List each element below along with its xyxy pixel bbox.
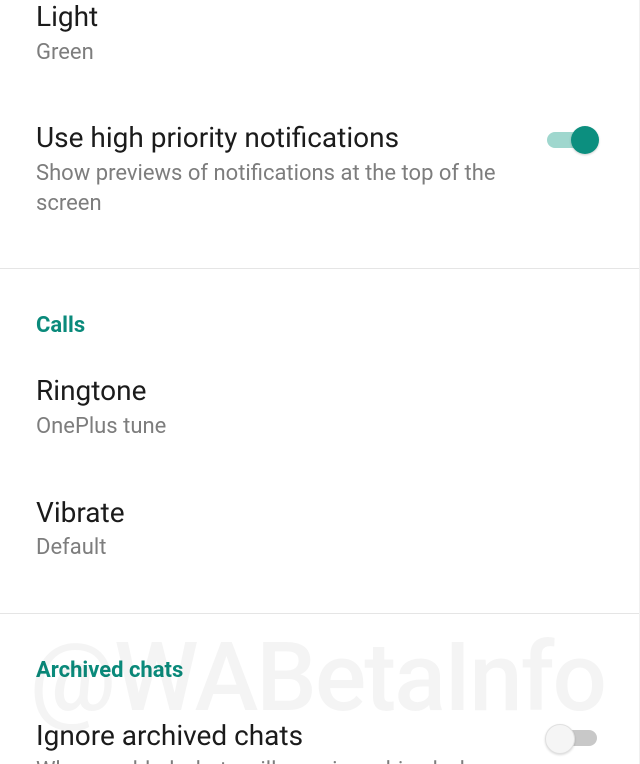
- settings-screen: Light Green Use high priority notificati…: [0, 0, 640, 764]
- section-header-archived: Archived chats: [36, 614, 603, 693]
- section-calls: Calls Ringtone OnePlus tune Vibrate Defa…: [0, 269, 639, 593]
- setting-ringtone[interactable]: Ringtone OnePlus tune: [36, 348, 603, 447]
- setting-ignore-archived-sub: When enabled, chats will remain archived…: [36, 756, 506, 764]
- toggle-ignore-archived[interactable]: [547, 727, 597, 749]
- setting-vibrate-calls-title: Vibrate: [36, 496, 603, 530]
- setting-ringtone-title: Ringtone: [36, 374, 603, 408]
- toggle-knob: [545, 724, 575, 754]
- section-messages-cont: Light Green Use high priority notificati…: [0, 0, 639, 248]
- setting-ignore-archived-title: Ignore archived chats: [36, 719, 547, 753]
- setting-ignore-archived[interactable]: Ignore archived chats When enabled, chat…: [36, 693, 603, 764]
- toggle-knob: [571, 126, 599, 154]
- setting-high-priority-sub: Show previews of notifications at the to…: [36, 159, 506, 218]
- setting-ringtone-value: OnePlus tune: [36, 412, 506, 442]
- setting-light[interactable]: Light Green: [36, 0, 603, 73]
- setting-high-priority[interactable]: Use high priority notifications Show pre…: [36, 73, 603, 224]
- section-archived: Archived chats Ignore archived chats Whe…: [0, 614, 639, 764]
- setting-light-title: Light: [36, 0, 603, 34]
- setting-vibrate-calls[interactable]: Vibrate Default: [36, 448, 603, 569]
- toggle-high-priority[interactable]: [547, 129, 597, 151]
- setting-light-value: Green: [36, 38, 506, 68]
- setting-vibrate-calls-value: Default: [36, 533, 506, 563]
- setting-high-priority-title: Use high priority notifications: [36, 121, 547, 155]
- section-header-calls: Calls: [36, 269, 603, 348]
